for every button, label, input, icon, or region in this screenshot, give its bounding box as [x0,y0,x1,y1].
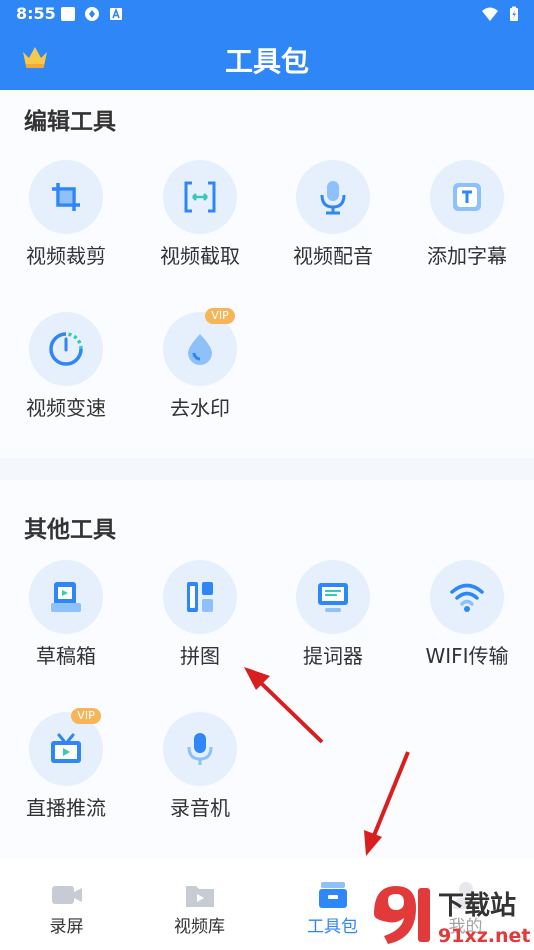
watermark-text-url: 91xz.net [438,925,530,947]
teleprompter-icon [318,583,348,612]
watermark-text-cn: 下载站 [438,891,516,921]
page-title: 工具包 [224,45,309,78]
trim-icon [184,181,216,213]
wifi-icon [450,583,484,612]
tool-voice-recorder[interactable]: 录音机 [140,712,260,821]
tool-label: 录音机 [170,796,230,820]
tool-label: 提词器 [303,644,363,668]
watermark-drop-icon [188,334,212,365]
tool-label: 草稿箱 [36,644,96,668]
speed-icon [49,332,83,366]
tool-label: 直播推流 [26,796,106,820]
tool-video-dubbing[interactable]: 视频配音 [273,160,393,269]
tool-label: 添加字幕 [427,244,507,268]
collage-icon [187,582,213,612]
app-a-icon [110,7,122,20]
vip-badge: VIP [205,308,235,324]
tool-label: WIFI传输 [425,644,509,668]
tool-draft-box[interactable]: 草稿箱 [6,560,126,669]
crop-icon [52,183,80,211]
tool-video-crop[interactable]: 视频裁剪 [6,160,126,269]
app-bar: 工具包 [0,28,534,90]
tool-teleprompter[interactable]: 提词器 [273,560,393,669]
status-bar: 8:55 [0,0,534,28]
edit-tools-section: 编辑工具 视频裁剪 视频截取 视频配音 添加字幕 视频变速 VIP 去水印 [0,90,534,458]
camera-icon [51,886,82,904]
vip-badge: VIP [71,708,101,724]
wifi-status-icon [482,7,498,21]
other-tools-section: 其他工具 草稿箱 拼图 提词器 WIFI传输 VIP 直播推流 录音机 [0,480,534,858]
tool-label: 视频配音 [293,244,373,268]
tool-label: 视频裁剪 [26,244,106,268]
video-folder-icon [185,886,214,907]
draft-box-icon [51,582,81,612]
tab-label: 视频库 [174,917,225,937]
microphone-icon [320,181,346,215]
sync-icon [85,7,99,21]
tool-add-subtitle[interactable]: 添加字幕 [407,160,527,269]
tool-video-speed[interactable]: 视频变速 [6,312,126,421]
site-watermark-logo: 下载站 91xz.net [366,878,534,950]
tool-label: 拼图 [180,644,220,668]
notification-square-icon [61,7,75,21]
tool-wifi-transfer[interactable]: WIFI传输 [407,560,527,669]
tab-label: 录屏 [49,917,84,937]
live-tv-icon [51,733,81,763]
tool-label: 视频变速 [26,396,106,420]
tool-label: 视频截取 [160,244,240,268]
recorder-mic-icon [187,733,213,765]
subtitle-icon [453,183,481,211]
tab-video-library[interactable]: 视频库 [133,858,266,950]
tool-video-trim[interactable]: 视频截取 [140,160,260,269]
tab-screen-record[interactable]: 录屏 [0,858,133,950]
status-time: 8:55 [16,4,56,23]
section-title: 编辑工具 [24,109,116,135]
section-title: 其他工具 [24,517,116,543]
tool-collage[interactable]: 拼图 [140,560,260,669]
toolbox-icon [318,882,347,908]
tool-live-streaming[interactable]: VIP 直播推流 [6,708,126,821]
battery-icon [510,6,518,21]
tool-remove-watermark[interactable]: VIP 去水印 [140,308,260,421]
tool-label: 去水印 [170,396,230,420]
